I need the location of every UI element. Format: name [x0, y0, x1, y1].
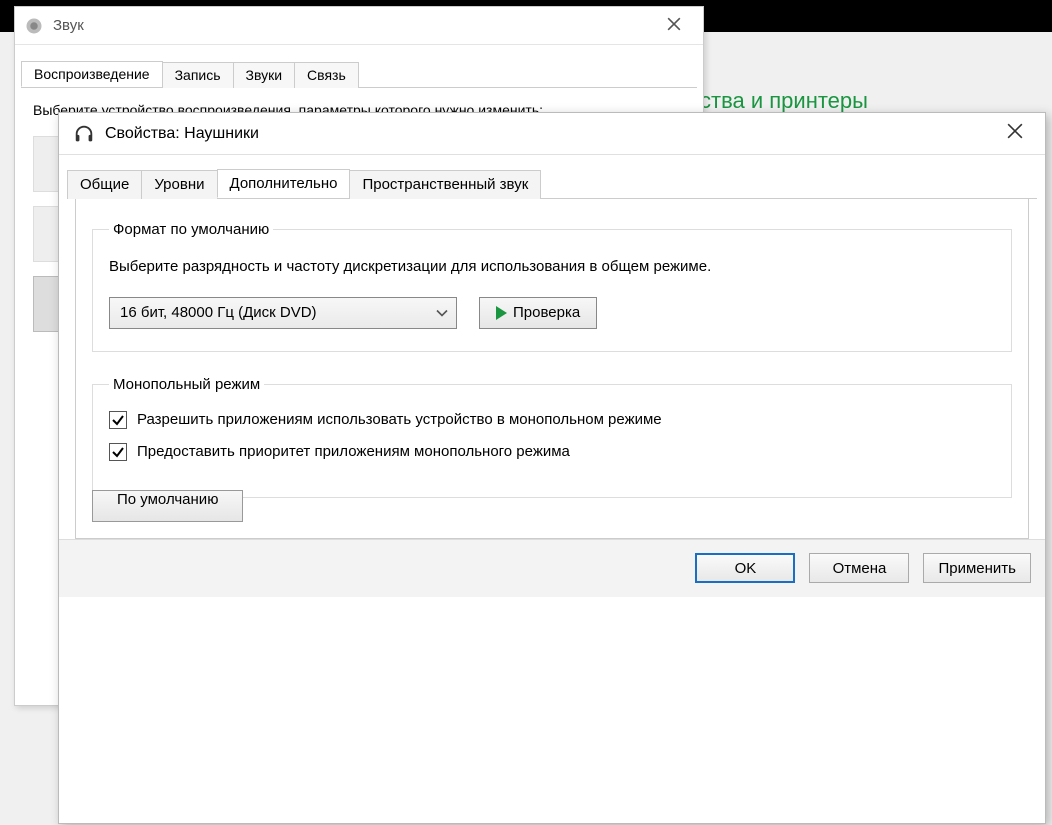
sound-tab-communications[interactable]: Связь: [294, 62, 359, 88]
tab-levels[interactable]: Уровни: [141, 170, 217, 199]
sound-tab-recording[interactable]: Запись: [162, 62, 234, 88]
properties-tabs: Общие Уровни Дополнительно Пространствен…: [67, 169, 1037, 199]
chevron-down-icon: [436, 304, 448, 321]
exclusive-priority-checkbox[interactable]: [109, 443, 127, 461]
speaker-icon: [25, 17, 43, 35]
format-select-value: 16 бит, 48000 Гц (Диск DVD): [120, 304, 317, 321]
sound-device-list: [33, 136, 58, 332]
properties-content: Формат по умолчанию Выберите разрядность…: [75, 199, 1029, 539]
play-icon: [496, 306, 507, 320]
test-button[interactable]: Проверка: [479, 297, 597, 329]
properties-title: Свойства: Наушники: [105, 125, 259, 143]
properties-titlebar[interactable]: Свойства: Наушники: [59, 113, 1045, 155]
default-format-legend: Формат по умолчанию: [109, 221, 273, 238]
allow-exclusive-label: Разрешить приложениям использовать устро…: [137, 411, 662, 428]
exclusive-priority-label: Предоставить приоритет приложениям моноп…: [137, 443, 570, 460]
default-format-description: Выберите разрядность и частоту дискретиз…: [109, 256, 995, 279]
properties-footer: OK Отмена Применить: [59, 539, 1045, 597]
format-select[interactable]: 16 бит, 48000 Гц (Диск DVD): [109, 297, 457, 329]
tab-spatial-sound[interactable]: Пространственный звук: [349, 170, 541, 199]
sound-dialog-title: Звук: [53, 17, 84, 34]
sound-tab-playback[interactable]: Воспроизведение: [21, 61, 163, 87]
exclusive-mode-group: Монопольный режим Разрешить приложениям …: [92, 376, 1012, 498]
apply-button[interactable]: Применить: [923, 553, 1031, 583]
exclusive-mode-legend: Монопольный режим: [109, 376, 264, 393]
devices-and-printers-link-fragment[interactable]: ства и принтеры: [700, 88, 868, 114]
ok-button[interactable]: OK: [695, 553, 795, 583]
sound-dialog-close-button[interactable]: [655, 11, 693, 40]
tab-general[interactable]: Общие: [67, 170, 142, 199]
allow-exclusive-checkbox[interactable]: [109, 411, 127, 429]
properties-dialog: Свойства: Наушники Общие Уровни Дополнит…: [58, 112, 1046, 824]
exclusive-priority-row[interactable]: Предоставить приоритет приложениям моноп…: [109, 443, 995, 461]
headphones-icon: [73, 123, 95, 145]
sound-dialog-tabs: Воспроизведение Запись Звуки Связь: [21, 61, 697, 88]
tab-advanced[interactable]: Дополнительно: [217, 169, 351, 198]
default-format-group: Формат по умолчанию Выберите разрядность…: [92, 221, 1012, 352]
allow-exclusive-row[interactable]: Разрешить приложениям использовать устро…: [109, 411, 995, 429]
sound-dialog-titlebar[interactable]: Звук: [15, 7, 703, 45]
properties-close-button[interactable]: [993, 117, 1037, 150]
restore-defaults-button[interactable]: По умолчанию: [92, 490, 243, 522]
cancel-button[interactable]: Отмена: [809, 553, 909, 583]
sound-tab-sounds[interactable]: Звуки: [233, 62, 296, 88]
test-button-label: Проверка: [513, 304, 580, 321]
